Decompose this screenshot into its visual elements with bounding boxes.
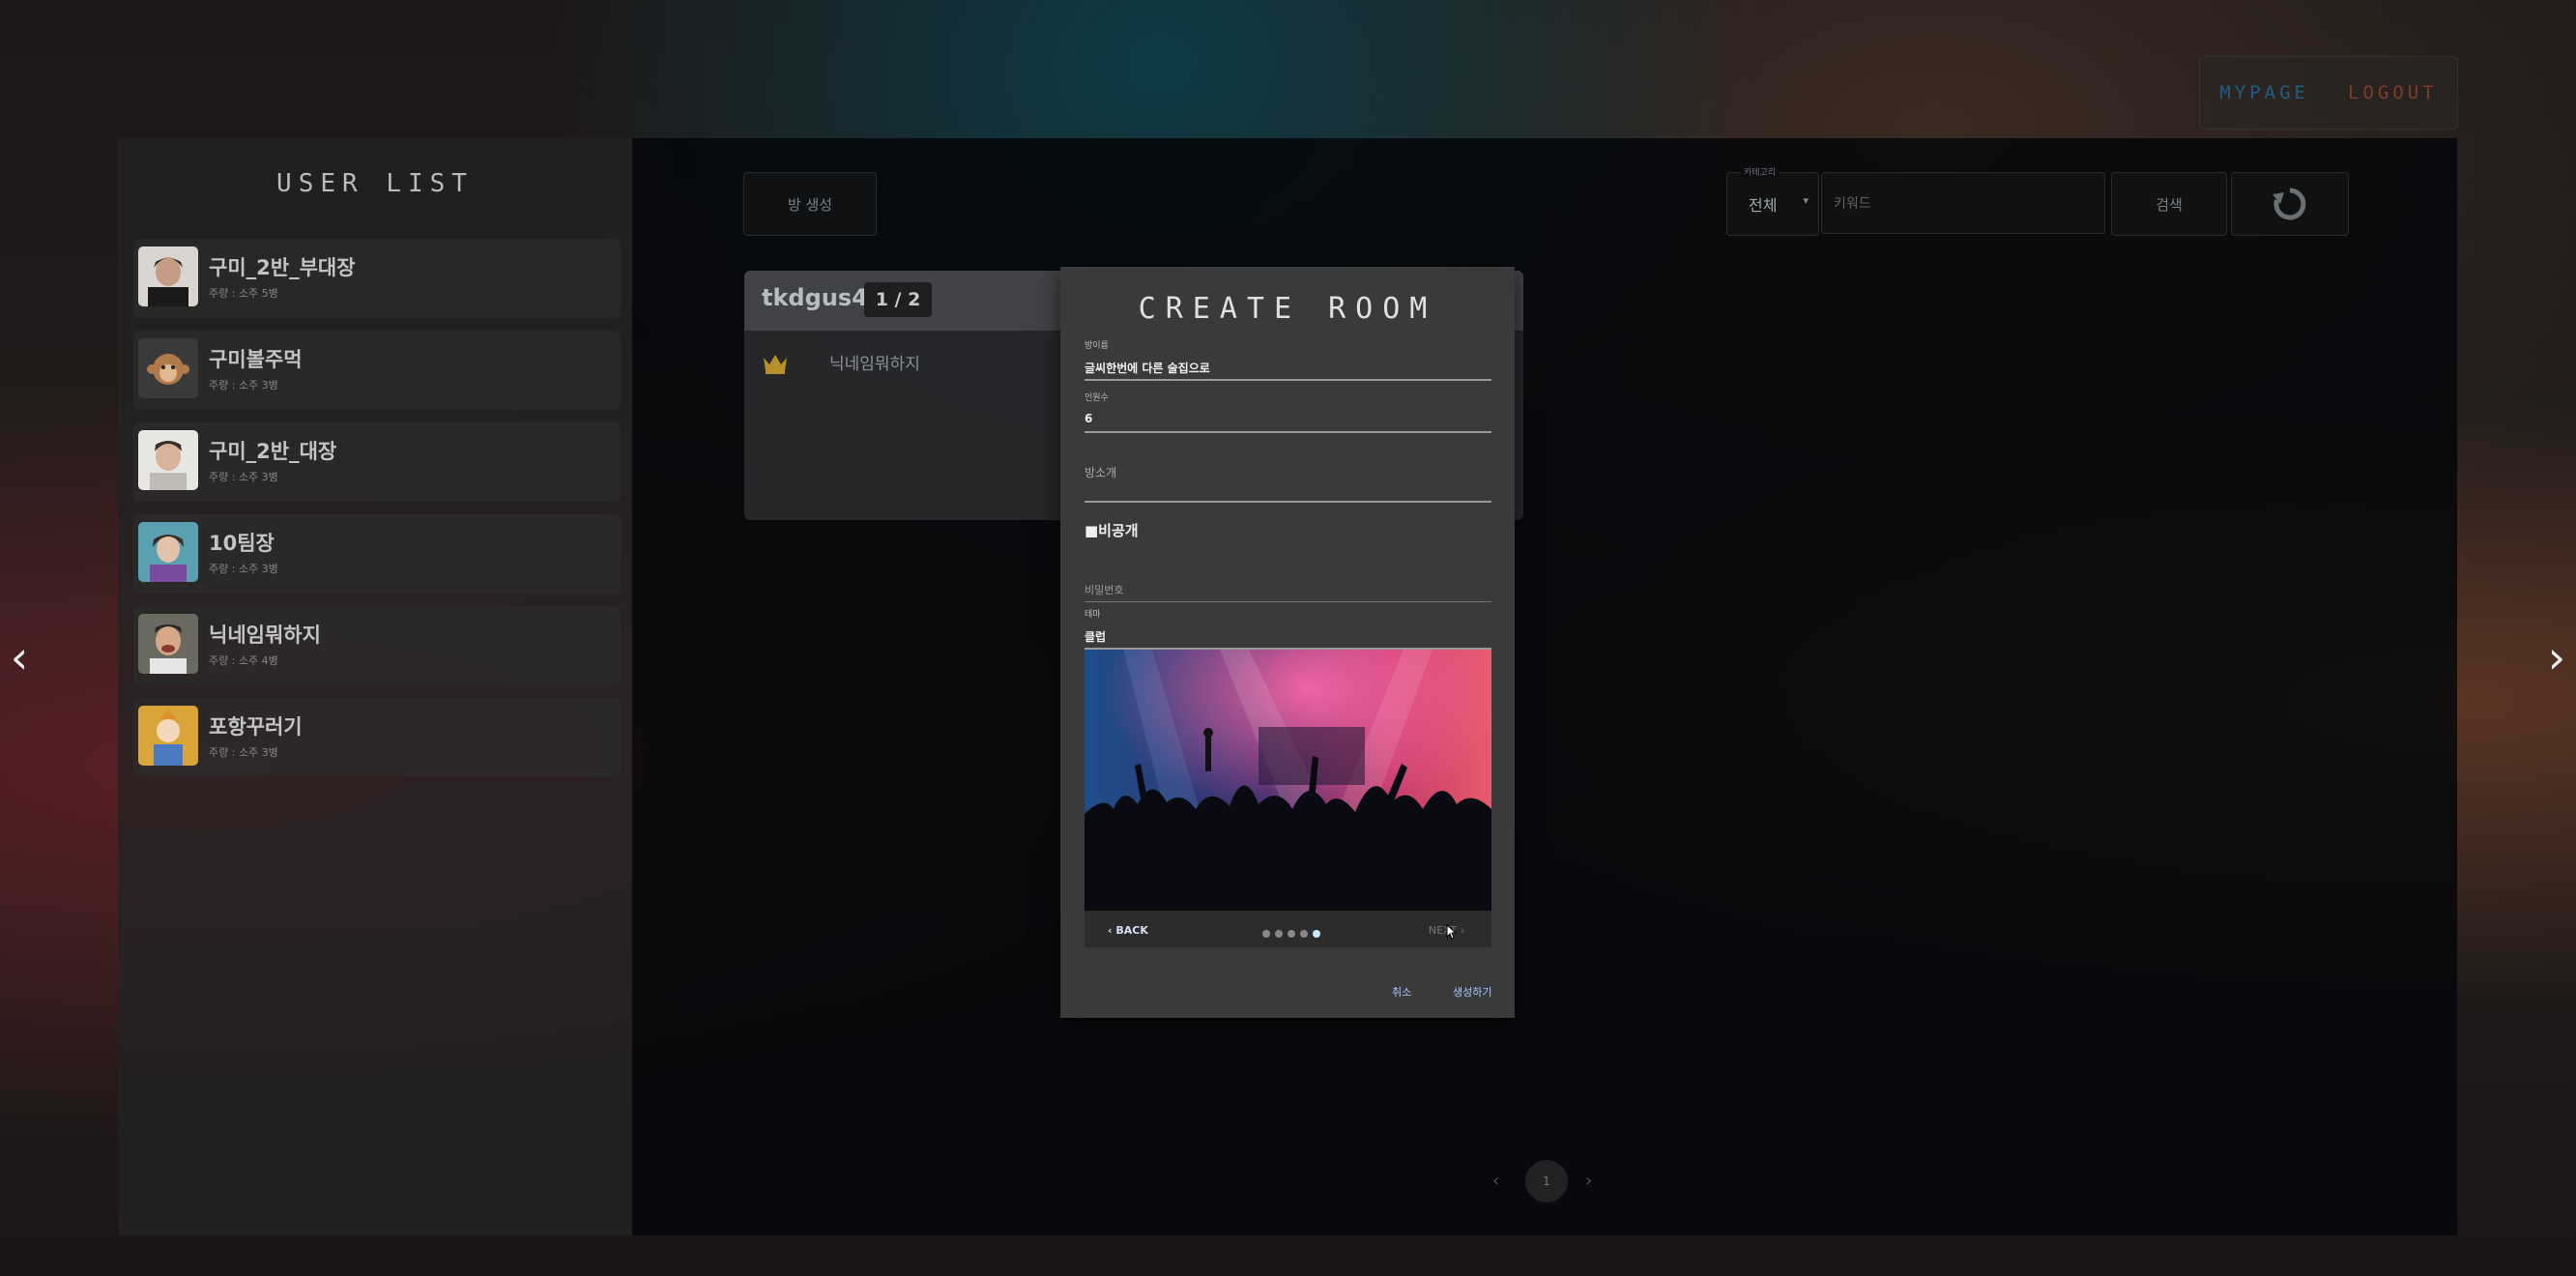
category-value: 전체	[1749, 196, 1778, 215]
avatar	[138, 246, 198, 306]
pagination-prev[interactable]: ‹	[1492, 1171, 1499, 1191]
theme-carousel: ‹ BACK NEXT ›	[1085, 650, 1491, 947]
avatar	[138, 614, 198, 674]
chevron-down-icon: ▾	[1803, 194, 1809, 207]
password-field[interactable]: 비밀번호	[1085, 566, 1491, 602]
category-select[interactable]: 카테고리 전체 ▾	[1726, 165, 1819, 236]
carousel-dot[interactable]	[1300, 930, 1308, 938]
user-drink-capacity: 주량 : 소주 3병	[209, 563, 278, 575]
avatar	[138, 522, 198, 582]
user-item[interactable]: 포항꾸러기 주량 : 소주 3병	[133, 698, 621, 777]
capacity-value: 6	[1085, 412, 1093, 425]
pagination: ‹ 1 ›	[1487, 1160, 1603, 1204]
member-name: 닉네임뭐하지	[829, 355, 920, 374]
user-item[interactable]: 닉네임뭐하지 주량 : 소주 4병	[133, 606, 621, 685]
room-owner: tkdgus4	[762, 284, 868, 311]
theme-value: 클럽	[1085, 630, 1107, 644]
user-item[interactable]: 구미_2반_부대장 주량 : 소주 5병	[133, 239, 621, 318]
user-drink-capacity: 주량 : 소주 3병	[209, 471, 278, 483]
user-drink-capacity: 주량 : 소주 3병	[209, 746, 278, 759]
user-name: 포항꾸러기	[209, 715, 303, 739]
submit-create-button[interactable]: 생성하기	[1453, 984, 1491, 1000]
chevron-left-icon[interactable]: ‹	[0, 633, 39, 682]
user-name: 구미_2반_대장	[209, 440, 337, 463]
crown-icon	[764, 355, 787, 374]
logout-link[interactable]: LOGOUT	[2348, 82, 2438, 103]
capacity-label: 인원수	[1085, 393, 1109, 403]
cancel-button[interactable]: 취소	[1392, 984, 1411, 1000]
cursor-icon	[1446, 924, 1458, 940]
room-name-label: 방이름	[1085, 341, 1109, 351]
avatar	[138, 706, 198, 766]
carousel-dot[interactable]	[1288, 930, 1295, 938]
room-intro-field[interactable]: 방소개	[1085, 460, 1491, 503]
user-item[interactable]: 구미_2반_대장 주량 : 소주 3병	[133, 422, 621, 502]
pagination-next[interactable]: ›	[1585, 1171, 1592, 1191]
carousel-dot[interactable]	[1275, 930, 1283, 938]
search-button[interactable]: 검색	[2111, 172, 2227, 236]
user-name: 구미_2반_부대장	[209, 256, 356, 279]
room-intro-placeholder: 방소개	[1085, 466, 1117, 479]
room-name-value: 글씨한번에 다른 술집으로	[1085, 362, 1210, 375]
password-placeholder: 비밀번호	[1085, 584, 1124, 596]
modal-title: CREATE ROOM	[1138, 292, 1437, 326]
create-room-modal: CREATE ROOM 방이름 글씨한번에 다른 술집으로 인원수 6 방소개 …	[1060, 267, 1515, 1018]
theme-field[interactable]: 테마 클럽	[1085, 607, 1491, 650]
room-member-count: 1 / 2	[864, 282, 932, 317]
chevron-right-icon: ›	[1457, 924, 1465, 937]
category-label: 카테고리	[1741, 165, 1780, 178]
carousel-dots	[1262, 930, 1320, 938]
carousel-dot-active[interactable]	[1313, 930, 1320, 938]
user-item[interactable]: 구미볼주먹 주량 : 소주 3병	[133, 331, 621, 410]
refresh-icon	[2272, 188, 2306, 220]
room-name-field[interactable]: 방이름 글씨한번에 다른 술집으로	[1085, 338, 1491, 381]
carousel-back-button[interactable]: ‹ BACK	[1108, 924, 1148, 937]
create-room-button[interactable]: 방 생성	[743, 172, 877, 236]
keyword-input[interactable]: 키워드	[1821, 172, 2105, 234]
chevron-right-icon[interactable]: ›	[2537, 633, 2576, 682]
private-checkbox[interactable]: ■비공개	[1085, 520, 1139, 540]
carousel-dot[interactable]	[1262, 930, 1270, 938]
theme-label: 테마	[1085, 610, 1101, 620]
avatar	[138, 430, 198, 490]
capacity-field[interactable]: 인원수 6	[1085, 391, 1491, 433]
refresh-button[interactable]	[2231, 172, 2349, 236]
user-list-title: USER LIST	[276, 169, 474, 198]
user-drink-capacity: 주량 : 소주 4병	[209, 654, 278, 667]
user-item[interactable]: 10팀장 주량 : 소주 3병	[133, 514, 621, 594]
theme-image	[1085, 650, 1491, 911]
user-name: 닉네임뭐하지	[209, 624, 321, 647]
user-name: 10팀장	[209, 532, 275, 555]
avatar	[138, 338, 198, 398]
pagination-current[interactable]: 1	[1525, 1160, 1568, 1203]
user-list: 구미_2반_부대장 주량 : 소주 5병 구미볼주먹 주량 : 소주 3병 구미…	[133, 239, 621, 790]
top-nav: MYPAGE LOGOUT	[2199, 56, 2458, 130]
mypage-link[interactable]: MYPAGE	[2219, 82, 2309, 103]
user-name: 구미볼주먹	[209, 348, 303, 371]
user-drink-capacity: 주량 : 소주 5병	[209, 287, 278, 300]
user-drink-capacity: 주량 : 소주 3병	[209, 379, 278, 392]
